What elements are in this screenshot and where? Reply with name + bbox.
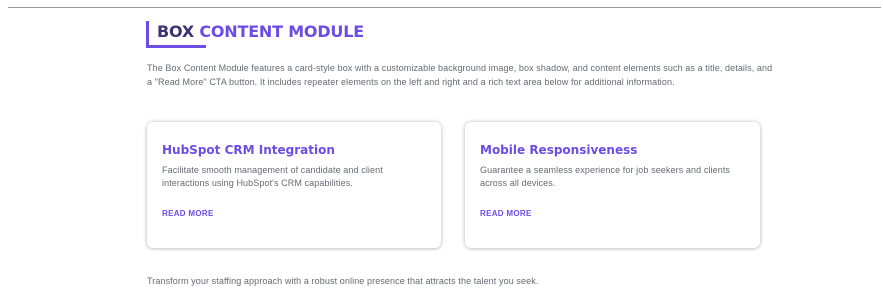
rich-text-footer: Transform your staffing approach with a … <box>147 276 539 286</box>
card-title: Mobile Responsiveness <box>480 143 638 157</box>
read-more-link[interactable]: READ MORE <box>162 209 214 218</box>
module-heading: BOX CONTENT MODULE <box>157 22 364 42</box>
content-card: HubSpot CRM Integration Facilitate smoot… <box>147 122 441 248</box>
top-divider <box>8 7 881 8</box>
heading-part-box: BOX <box>157 22 200 41</box>
card-details: Facilitate smooth management of candidat… <box>162 165 383 188</box>
module-description: The Box Content Module features a card-s… <box>147 63 773 87</box>
card-title: HubSpot CRM Integration <box>162 143 335 157</box>
content-card: Mobile Responsiveness Guarantee a seamle… <box>465 122 760 248</box>
read-more-link[interactable]: READ MORE <box>480 209 532 218</box>
card-details: Guarantee a seamless experience for job … <box>480 165 731 188</box>
heading-part-content-module: CONTENT MODULE <box>199 22 364 41</box>
page: BOX CONTENT MODULE The Box Content Modul… <box>0 0 883 301</box>
